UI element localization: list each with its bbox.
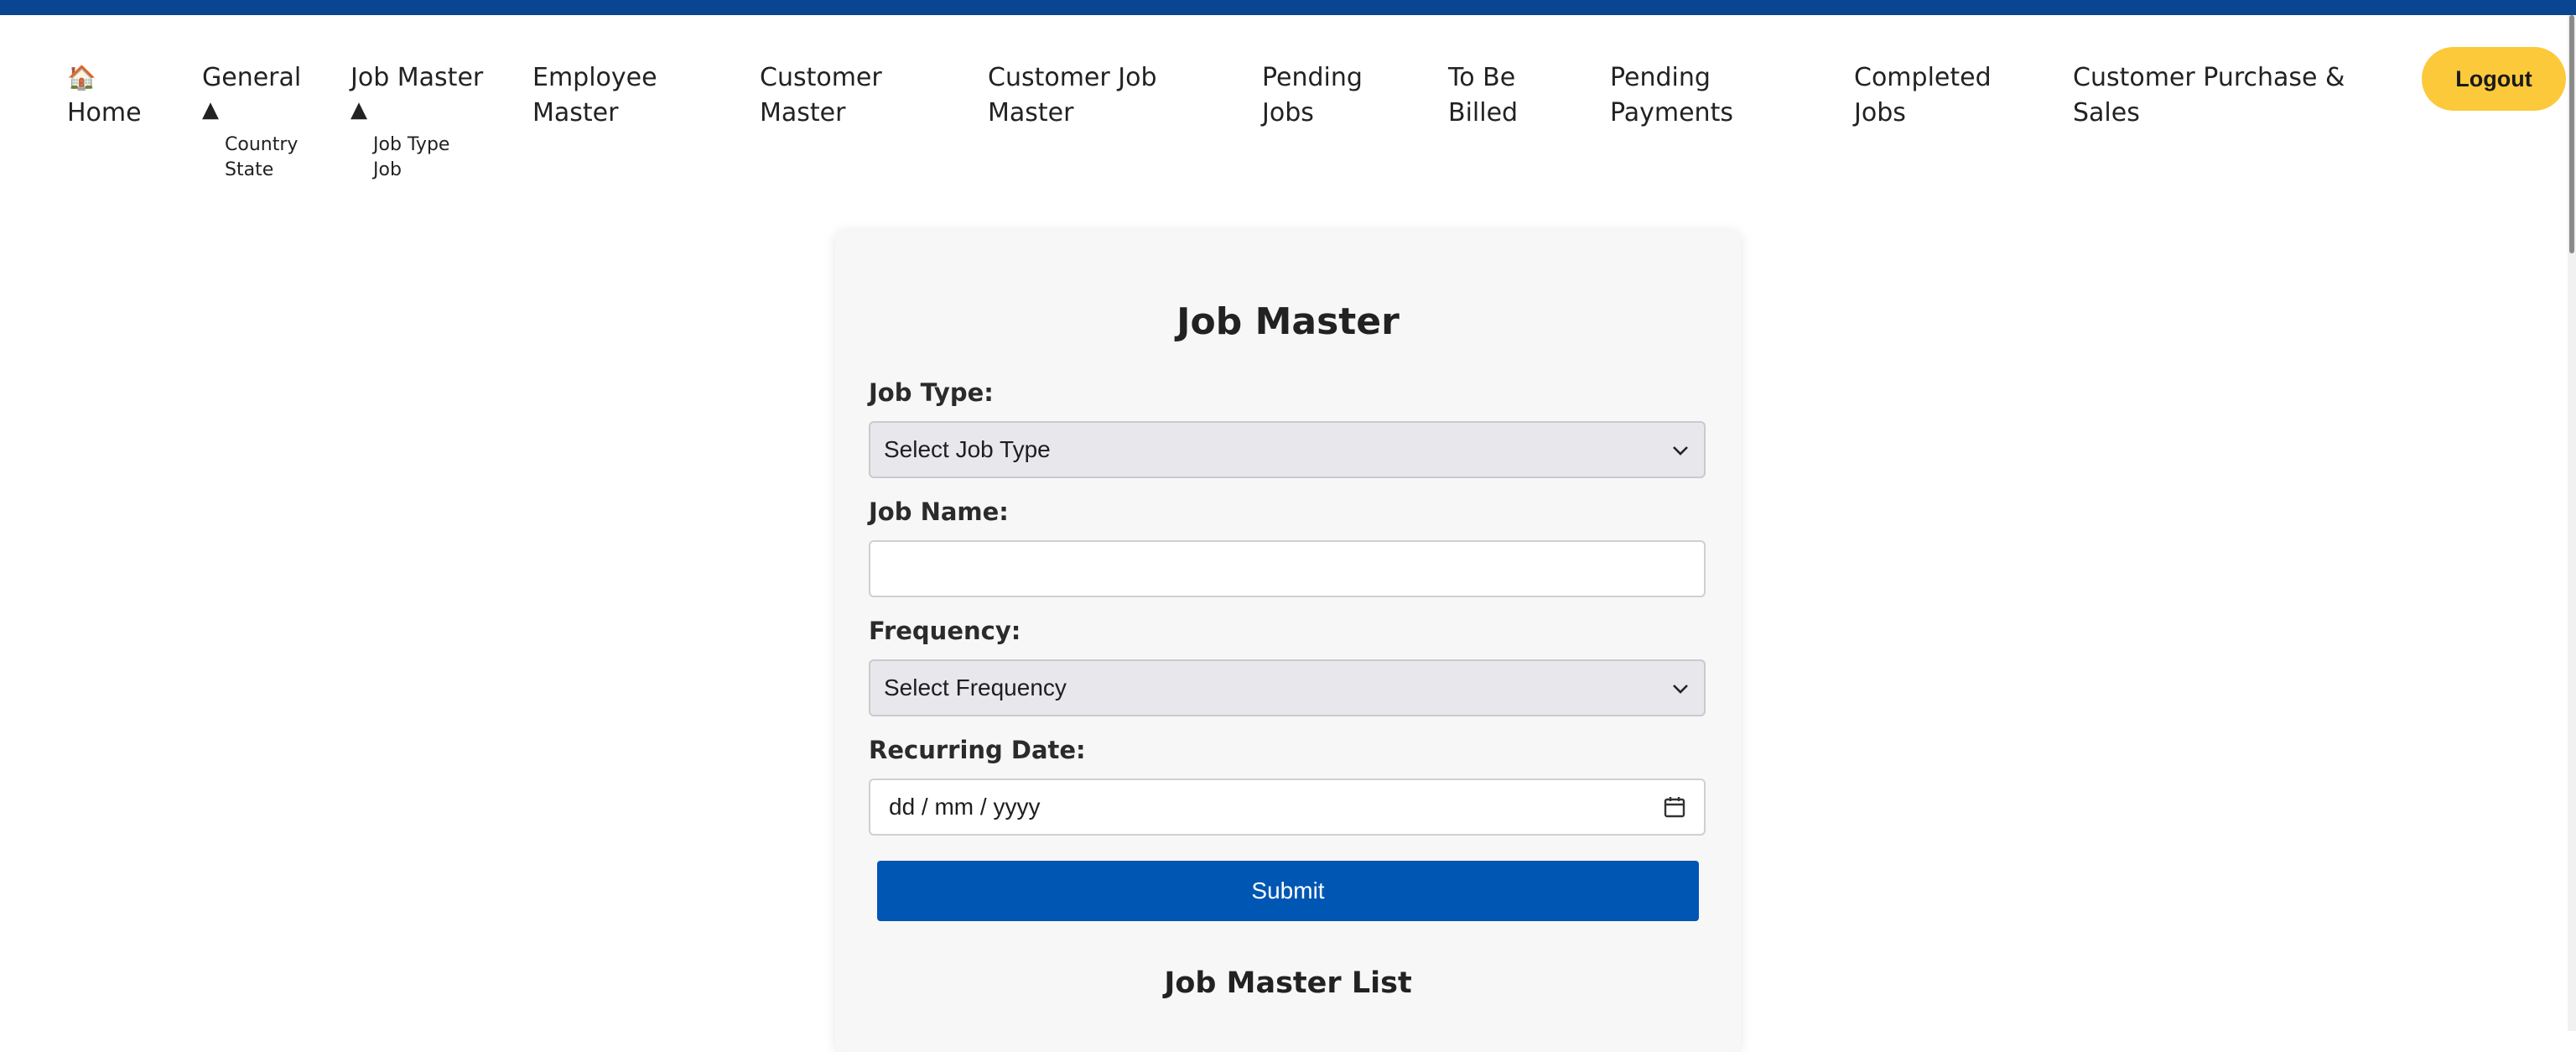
nav-employee-master-line1: Employee <box>532 63 657 92</box>
nav-pending-payments[interactable]: Pending Payments <box>1610 60 1733 131</box>
nav-customer-master[interactable]: Customer Master <box>760 60 882 131</box>
main-nav: 🏠 Home General ▲ Country State Job Maste… <box>0 0 2576 201</box>
nav-completed-jobs-line1: Completed <box>1854 63 1992 92</box>
nav-employee-master[interactable]: Employee Master <box>532 60 657 131</box>
nav-pending-payments-line1: Pending <box>1610 63 1711 92</box>
nav-customer-purchase-sales-line1: Customer Purchase & <box>2073 63 2345 92</box>
job-name-label: Job Name: <box>869 497 1009 526</box>
nav-completed-jobs-line2: Jobs <box>1854 98 1906 128</box>
page-scrollbar-thumb[interactable] <box>2569 15 2574 253</box>
job-master-list-title: Job Master List <box>1164 966 1412 1000</box>
nav-customer-purchase-sales-line2: Sales <box>2073 98 2140 128</box>
chevron-down-icon <box>1672 423 1689 477</box>
nav-pending-jobs[interactable]: Pending Jobs <box>1262 60 1363 131</box>
nav-general-label: General <box>202 63 302 92</box>
submenu-item-job-type[interactable]: Job Type <box>373 133 449 158</box>
job-type-selected-value: Select Job Type <box>884 436 1051 462</box>
nav-job-master[interactable]: Job Master ▲ <box>351 60 483 122</box>
chevron-down-icon <box>1672 661 1689 715</box>
frequency-select[interactable]: Select Frequency <box>869 659 1706 716</box>
job-master-card: Job Master Job Type: Select Job Type Job… <box>835 230 1741 1052</box>
job-master-submenu: Job Type Job <box>373 133 449 183</box>
recurring-date-input[interactable]: dd / mm / yyyy <box>869 779 1706 836</box>
calendar-icon[interactable] <box>1664 795 1685 819</box>
nav-home[interactable]: 🏠 Home <box>67 60 142 131</box>
job-name-input[interactable] <box>869 540 1706 597</box>
submit-button[interactable]: Submit <box>877 861 1699 921</box>
general-submenu: Country State <box>225 133 298 183</box>
submenu-item-country[interactable]: Country <box>225 133 298 158</box>
submenu-item-job[interactable]: Job <box>373 158 449 183</box>
frequency-label: Frequency: <box>869 617 1021 645</box>
nav-customer-job-master[interactable]: Customer Job Master <box>988 60 1157 131</box>
nav-to-be-billed-line2: Billed <box>1448 98 1519 128</box>
nav-job-master-label: Job Master <box>351 63 484 92</box>
nav-customer-master-line2: Master <box>760 98 846 128</box>
submenu-item-state[interactable]: State <box>225 158 298 183</box>
job-type-label: Job Type: <box>869 378 994 407</box>
nav-pending-jobs-line1: Pending <box>1262 63 1363 92</box>
nav-to-be-billed[interactable]: To Be Billed <box>1448 60 1518 131</box>
job-type-select[interactable]: Select Job Type <box>869 421 1706 478</box>
nav-customer-purchase-sales[interactable]: Customer Purchase & Sales <box>2073 60 2345 131</box>
caret-up-icon: ▲ <box>202 97 219 122</box>
frequency-selected-value: Select Frequency <box>884 674 1067 700</box>
home-icon: 🏠 <box>67 64 96 91</box>
nav-general[interactable]: General ▲ <box>202 60 301 122</box>
nav-employee-master-line2: Master <box>532 98 619 128</box>
recurring-date-label: Recurring Date: <box>869 736 1086 764</box>
caret-up-icon: ▲ <box>351 97 367 122</box>
nav-pending-jobs-line2: Jobs <box>1262 98 1314 128</box>
nav-customer-job-master-line2: Master <box>988 98 1074 128</box>
recurring-date-placeholder: dd / mm / yyyy <box>889 794 1041 820</box>
nav-to-be-billed-line1: To Be <box>1448 63 1516 92</box>
nav-pending-payments-line2: Payments <box>1610 98 1733 128</box>
nav-customer-master-line1: Customer <box>760 63 882 92</box>
logout-button[interactable]: Logout <box>2422 47 2566 111</box>
nav-home-label: Home <box>67 98 142 128</box>
page-title: Job Master <box>1176 300 1400 343</box>
nav-completed-jobs[interactable]: Completed Jobs <box>1854 60 1992 131</box>
nav-customer-job-master-line1: Customer Job <box>988 63 1157 92</box>
